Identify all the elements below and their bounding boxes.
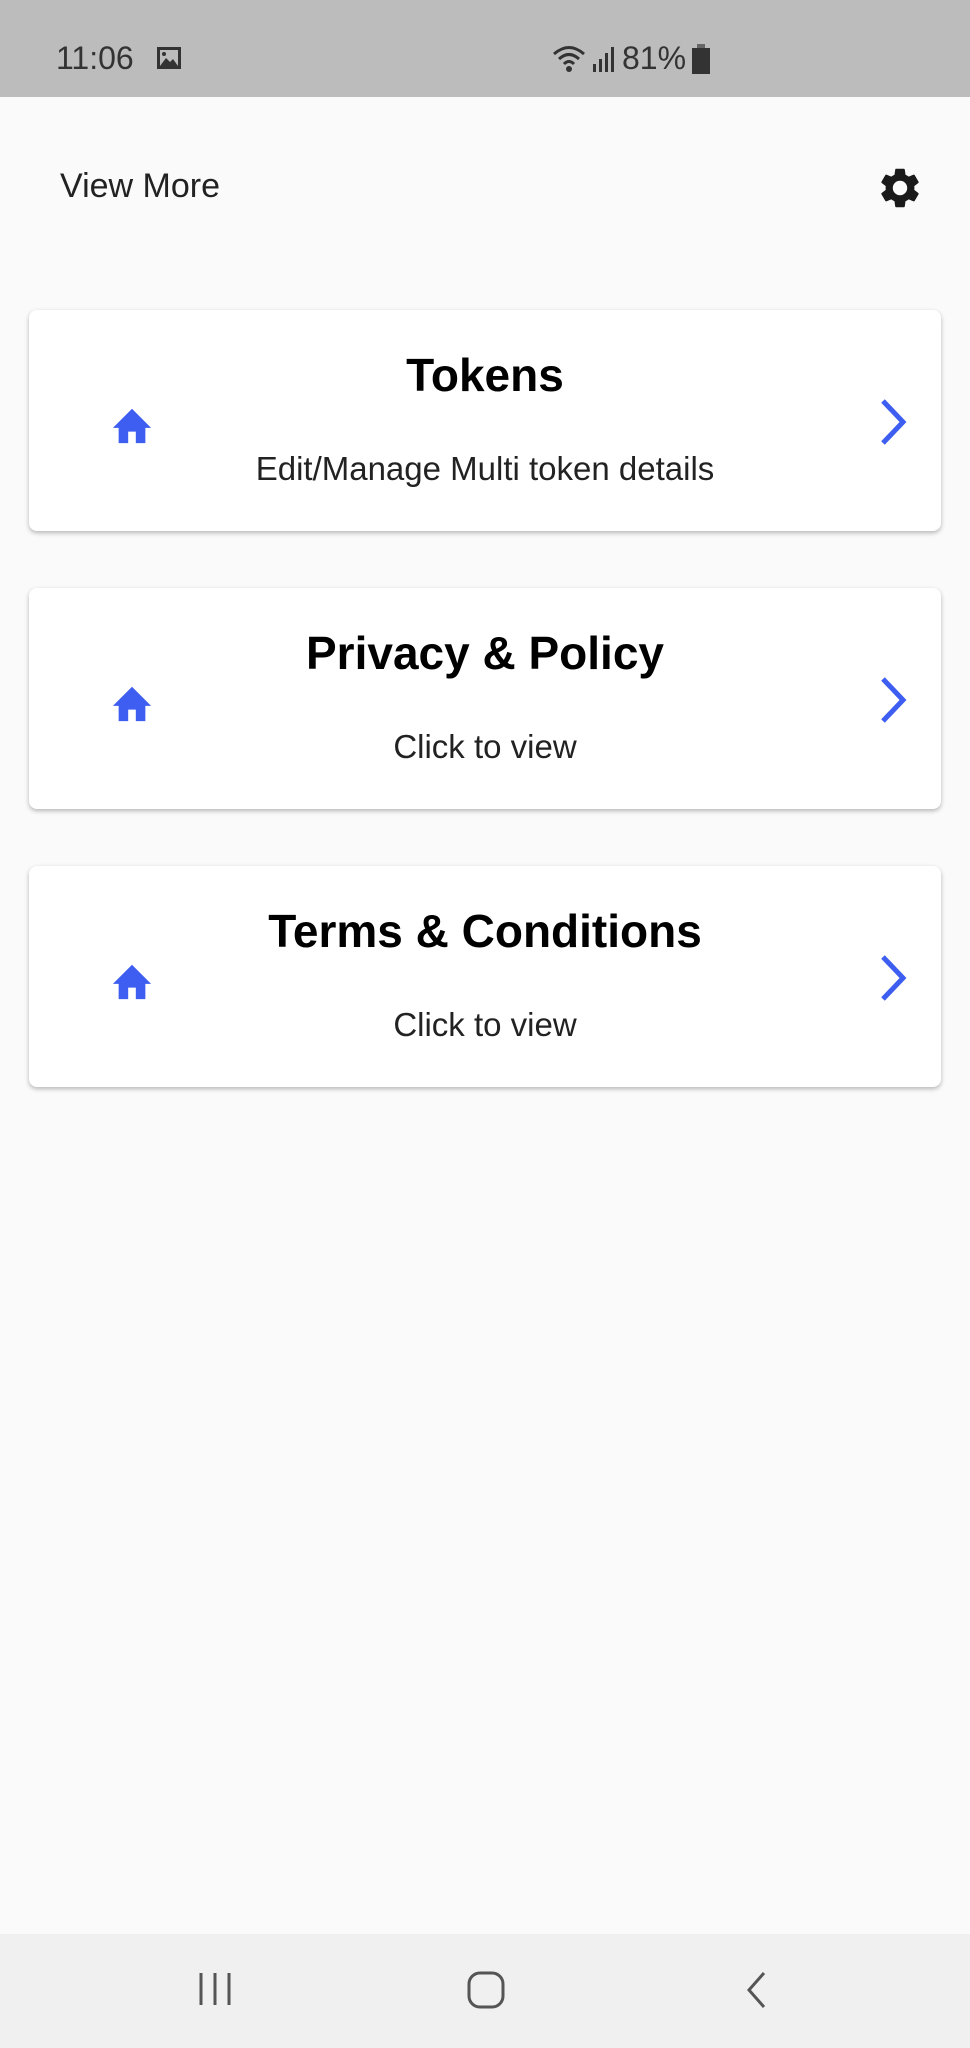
- card-subtitle: Click to view: [393, 1006, 577, 1043]
- navigation-bar: [0, 1934, 970, 2048]
- status-time: 11:06: [56, 40, 134, 76]
- home-icon: [112, 964, 152, 1000]
- chevron-right-icon: [881, 955, 907, 1001]
- card-subtitle: Edit/Manage Multi token details: [255, 450, 715, 487]
- card-subtitle: Click to view: [393, 728, 577, 765]
- battery-icon: [692, 43, 711, 74]
- card-title: Terms & Conditions: [268, 905, 702, 957]
- home-icon: [112, 686, 152, 722]
- chevron-right-icon: [881, 399, 907, 445]
- card-title: Tokens: [406, 349, 564, 401]
- home-button-icon[interactable]: [466, 1970, 506, 2010]
- page-title: View More: [60, 167, 220, 205]
- status-bar: 11:06 81%: [0, 0, 970, 97]
- terms-conditions-card[interactable]: Terms & Conditions Click to view: [29, 866, 941, 1087]
- tokens-card[interactable]: Tokens Edit/Manage Multi token details: [29, 310, 941, 531]
- recent-apps-icon[interactable]: [196, 1970, 234, 2008]
- back-icon[interactable]: [744, 1970, 768, 2010]
- battery-percent: 81%: [622, 40, 687, 76]
- wifi-icon: [553, 45, 585, 72]
- signal-icon: [593, 46, 614, 72]
- card-title: Privacy & Policy: [306, 627, 664, 679]
- home-icon: [112, 408, 152, 444]
- image-notification-icon: [157, 47, 181, 69]
- chevron-right-icon: [881, 677, 907, 723]
- privacy-policy-card[interactable]: Privacy & Policy Click to view: [29, 588, 941, 809]
- header: View More: [0, 97, 970, 287]
- gear-icon[interactable]: [876, 164, 924, 212]
